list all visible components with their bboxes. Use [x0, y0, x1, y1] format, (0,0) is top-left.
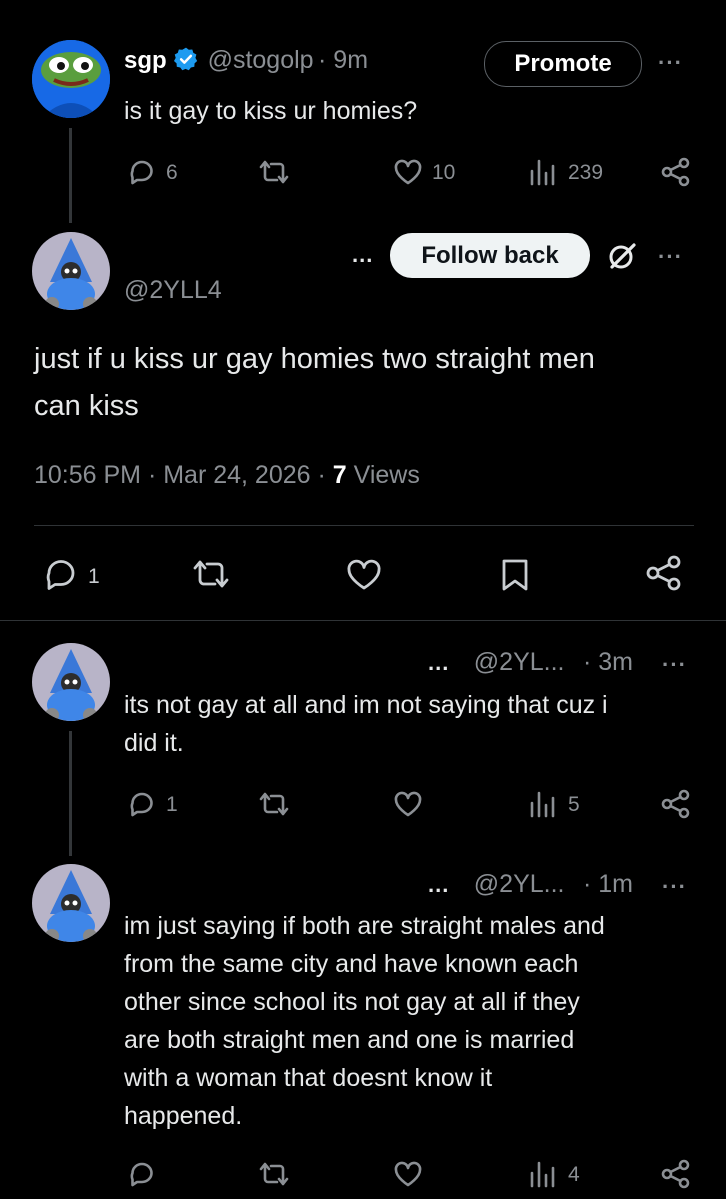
ellipsis-text: ... — [428, 872, 450, 897]
handle[interactable]: @2YL... — [474, 648, 565, 676]
timestamp[interactable]: · 1m — [583, 870, 633, 898]
ellipsis-text: ... — [428, 650, 450, 675]
reply2-text-line: happened. — [124, 1102, 243, 1130]
avatar-sgp[interactable] — [32, 40, 110, 118]
reply2-text-line: are both straight men and one is married — [124, 1026, 575, 1054]
retweet-icon[interactable] — [257, 790, 291, 818]
main-meta: 10:56 PM · Mar 24, 2026 · 7 Views — [34, 461, 420, 490]
reply2-text-line: other since school its not gay at all if… — [124, 988, 580, 1016]
ellipsis-text: ... — [352, 242, 374, 267]
reply2-text: im just saying if both are straight male… — [124, 907, 605, 1135]
views-icon[interactable] — [528, 157, 558, 187]
share-icon[interactable] — [660, 788, 692, 820]
more-options-icon[interactable]: ··· — [662, 652, 687, 678]
thread-line — [69, 128, 72, 223]
share-icon[interactable] — [645, 554, 683, 592]
reply2-header: ... @2YL... · 1m — [428, 870, 633, 899]
share-icon[interactable] — [660, 156, 692, 188]
main-handle[interactable]: @2YLL4 — [124, 276, 222, 305]
reply-count: 1 — [166, 793, 178, 816]
reply2-text-line: from the same city and have known each — [124, 950, 579, 978]
like-count: 10 — [432, 161, 456, 184]
main-views-count: 7 — [332, 461, 347, 489]
retweet-icon[interactable] — [257, 1160, 291, 1188]
views-icon[interactable] — [528, 789, 558, 819]
divider — [34, 525, 694, 526]
blue-gnome-avatar-image — [32, 232, 110, 310]
pepe-avatar-image — [32, 40, 110, 118]
like-icon[interactable] — [345, 558, 383, 592]
reply-icon[interactable] — [128, 158, 156, 186]
main-timestamp[interactable]: 10:56 PM · Mar 24, 2026 · — [34, 461, 333, 489]
grok-icon[interactable] — [606, 240, 638, 272]
reply2-text-line: with a woman that doesnt know it — [124, 1064, 493, 1092]
timestamp[interactable]: · 9m — [318, 46, 368, 74]
bookmark-icon[interactable] — [500, 557, 530, 593]
more-options-icon[interactable]: ··· — [662, 874, 687, 900]
blue-gnome-avatar-image — [32, 864, 110, 942]
reply-icon[interactable] — [128, 1160, 156, 1188]
more-options-icon[interactable]: ··· — [658, 50, 683, 76]
handle[interactable]: @stogolp — [208, 46, 314, 74]
reply1-text-line2: did it. — [124, 729, 184, 757]
divider — [0, 620, 726, 621]
reply2-text-line: im just saying if both are straight male… — [124, 912, 605, 940]
reply1-text-line1: its not gay at all and im not saying tha… — [124, 691, 608, 719]
display-name[interactable]: sgp — [124, 47, 167, 74]
follow-back-button[interactable]: Follow back — [390, 233, 590, 278]
handle[interactable]: @2YL... — [474, 870, 565, 898]
avatar-2yll4[interactable] — [32, 232, 110, 310]
main-text-line1: just if u kiss ur gay homies two straigh… — [34, 343, 595, 375]
verified-badge-icon — [173, 46, 199, 72]
views-icon[interactable] — [528, 1159, 558, 1189]
retweet-icon[interactable] — [190, 557, 232, 591]
avatar-2yll4[interactable] — [32, 643, 110, 721]
main-views-label: Views — [346, 461, 420, 489]
more-options-icon[interactable]: ··· — [658, 244, 683, 270]
reply-icon[interactable] — [128, 790, 156, 818]
like-icon[interactable] — [393, 158, 423, 186]
timestamp[interactable]: · 3m — [583, 648, 633, 676]
reply1-header: ... @2YL... · 3m — [428, 648, 633, 677]
reply-count: 1 — [88, 565, 100, 588]
share-icon[interactable] — [660, 1158, 692, 1190]
blue-gnome-avatar-image — [32, 643, 110, 721]
tweet1-text: is it gay to kiss ur homies? — [124, 97, 418, 125]
like-icon[interactable] — [393, 1160, 423, 1188]
views-count: 239 — [568, 161, 604, 184]
avatar-2yll4[interactable] — [32, 864, 110, 942]
reply-icon[interactable] — [44, 557, 80, 591]
views-count: 4 — [568, 1163, 580, 1186]
like-icon[interactable] — [393, 790, 423, 818]
retweet-icon[interactable] — [257, 158, 291, 186]
views-count: 5 — [568, 793, 580, 816]
tweet1-header: sgp @stogolp · 9m — [124, 46, 368, 76]
main-text-line2: can kiss — [34, 390, 139, 422]
reply-count: 6 — [166, 161, 178, 184]
thread-line — [69, 731, 72, 856]
promote-button[interactable]: Promote — [484, 41, 642, 87]
